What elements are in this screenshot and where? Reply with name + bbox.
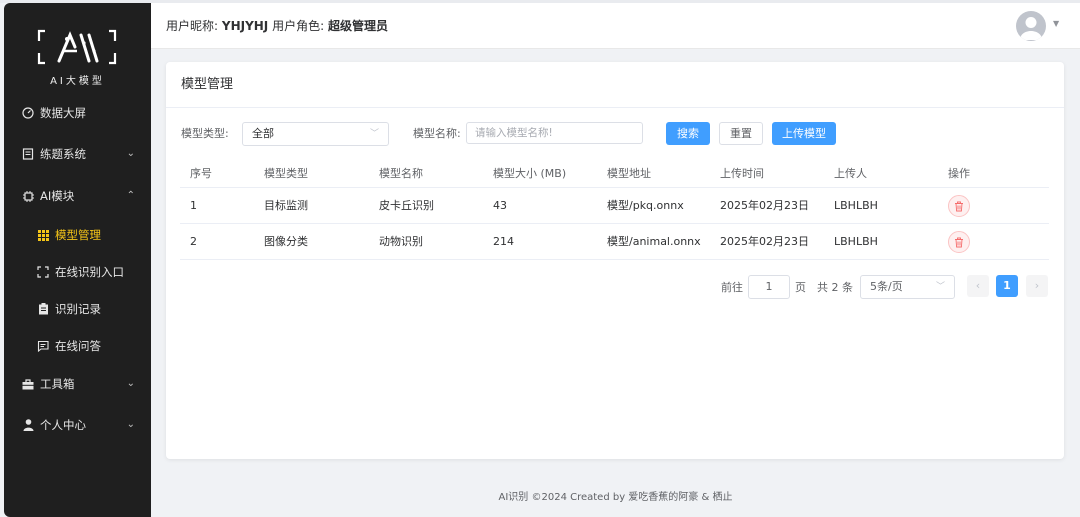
search-button[interactable]: 搜索 [666, 122, 710, 145]
pagination-goto-input[interactable]: 1 [748, 275, 790, 299]
cell-size: 43 [493, 199, 507, 212]
cell-path: 模型/animal.onnx [607, 235, 701, 248]
sidebar-item-label: 模型管理 [55, 228, 101, 242]
sidebar-item-toolbox[interactable]: 工具箱 ⌄ [4, 368, 151, 400]
sidebar-item-personal-center[interactable]: 个人中心 ⌄ [4, 409, 151, 441]
nickname-value: YHJYHJ [221, 19, 269, 33]
logo-ai-icon [37, 29, 117, 65]
sidebar-item-practice[interactable]: 练题系统 ⌄ [4, 138, 151, 170]
trash-icon [955, 237, 963, 247]
model-name-label: 模型名称: [413, 127, 461, 140]
chevron-down-icon: ﹀ [935, 282, 945, 292]
table-header-type: 模型类型 [264, 167, 308, 180]
page-title: 模型管理 [181, 77, 234, 92]
sidebar-item-ai-module[interactable]: AI模块 ⌃ [4, 180, 151, 212]
sidebar-item-label: 在线识别入口 [55, 265, 124, 279]
delete-button[interactable] [948, 195, 970, 217]
sidebar: AI大模型 数据大屏 练题系统 ⌄ AI模块 ⌃ 模型管理 在线识别入口 识别记… [4, 3, 151, 517]
toolbox-icon [21, 368, 35, 400]
reset-button[interactable]: 重置 [719, 122, 763, 145]
cell-upload-time: 2025年02月23日 [720, 235, 809, 248]
pagination-goto-label: 前往 [721, 281, 743, 294]
pagination-total: 共 2 条 [817, 281, 853, 294]
clipboard-icon [36, 293, 50, 325]
model-management-card: 模型管理 模型类型: 全部 ﹀ 模型名称: 搜索 重置 上传模型 序号 模型类型… [166, 62, 1064, 459]
sidebar-item-model-management[interactable]: 模型管理 [4, 219, 151, 251]
chevron-up-icon: ⌃ [126, 190, 135, 201]
page-size-value: 5条/页 [870, 280, 903, 293]
trash-icon [955, 201, 963, 211]
cell-type: 图像分类 [264, 235, 308, 248]
upload-model-button[interactable]: 上传模型 [772, 122, 836, 145]
table-header-size: 模型大小 (MB) [493, 167, 567, 180]
scan-icon [36, 256, 50, 288]
chevron-down-icon: ⌄ [126, 419, 135, 430]
model-type-label: 模型类型: [181, 127, 229, 140]
avatar[interactable] [1016, 11, 1046, 41]
sidebar-item-dashboard[interactable]: 数据大屏 [4, 97, 151, 129]
table-header-name: 模型名称 [379, 167, 423, 180]
top-header: 用户昵称: YHJYHJ 用户角色: 超级管理员 ▼ [151, 3, 1080, 49]
table-row-divider [180, 259, 1049, 260]
cell-name: 动物识别 [379, 235, 423, 248]
model-type-value: 全部 [252, 127, 274, 140]
role-label: 用户角色: [272, 19, 325, 33]
sidebar-item-online-qa[interactable]: 在线问答 [4, 330, 151, 362]
cell-uploader: LBHLBH [834, 199, 878, 212]
user-icon [21, 409, 35, 441]
cell-size: 214 [493, 235, 514, 248]
sidebar-item-recognition-records[interactable]: 识别记录 [4, 293, 151, 325]
sidebar-item-label: 练题系统 [40, 147, 86, 161]
table-header-actions: 操作 [948, 167, 970, 180]
cell-uploader: LBHLBH [834, 235, 878, 248]
grid-icon [36, 219, 50, 251]
pagination-page-suffix: 页 [795, 281, 806, 294]
chat-icon [36, 330, 50, 362]
table-header-path: 模型地址 [607, 167, 651, 180]
ai-chip-icon [21, 180, 35, 212]
table-header-index: 序号 [190, 167, 212, 180]
dashboard-icon [21, 97, 35, 129]
footer-text: AI识别 ©2024 Created by 爱吃香蕉的阿豪 & 栖止 [498, 492, 733, 503]
sidebar-item-label: AI模块 [40, 189, 75, 203]
table-header-divider [180, 187, 1049, 188]
sidebar-item-label: 个人中心 [40, 418, 86, 432]
user-info: 用户昵称: YHJYHJ 用户角色: 超级管理员 [166, 3, 388, 50]
cell-name: 皮卡丘识别 [379, 199, 434, 212]
sidebar-item-online-recognition[interactable]: 在线识别入口 [4, 256, 151, 288]
nickname-label: 用户昵称: [166, 19, 219, 33]
cell-path: 模型/pkq.onnx [607, 199, 684, 212]
cell-index: 1 [190, 199, 197, 212]
delete-button[interactable] [948, 231, 970, 253]
logo: AI大模型 [4, 21, 151, 91]
prev-page-button[interactable]: ‹ [967, 275, 989, 297]
sidebar-item-label: 识别记录 [55, 302, 101, 316]
model-type-select[interactable]: 全部 ﹀ [242, 122, 389, 146]
cell-index: 2 [190, 235, 197, 248]
page-size-select[interactable]: 5条/页 ﹀ [860, 275, 955, 299]
next-page-button[interactable]: › [1026, 275, 1048, 297]
sidebar-item-label: 数据大屏 [40, 106, 86, 120]
model-name-input[interactable] [466, 122, 643, 144]
chevron-down-icon: ﹀ [369, 129, 379, 139]
table-header-upload-time: 上传时间 [720, 167, 764, 180]
chevron-down-icon: ⌄ [126, 378, 135, 389]
table-row-divider [180, 223, 1049, 224]
role-value: 超级管理员 [327, 19, 388, 33]
logo-text: AI大模型 [50, 76, 105, 87]
sidebar-item-label: 在线问答 [55, 339, 101, 353]
page-number-button[interactable]: 1 [996, 275, 1018, 297]
card-divider [166, 107, 1064, 108]
cell-upload-time: 2025年02月23日 [720, 199, 809, 212]
avatar-user-icon [1020, 17, 1042, 40]
caret-down-icon[interactable]: ▼ [1053, 19, 1059, 28]
chevron-down-icon: ⌄ [126, 148, 135, 159]
notebook-icon [21, 138, 35, 170]
sidebar-item-label: 工具箱 [40, 377, 75, 391]
cell-type: 目标监测 [264, 199, 308, 212]
table-header-uploader: 上传人 [834, 167, 867, 180]
